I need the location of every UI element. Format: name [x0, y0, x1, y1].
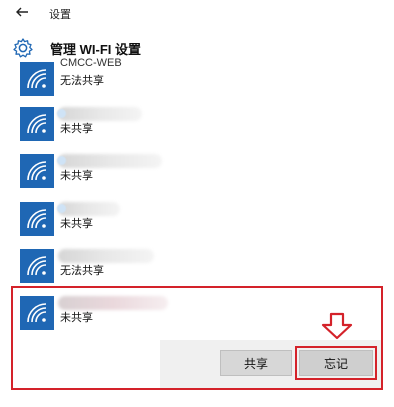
redacted-network-name: [58, 202, 120, 216]
list-item[interactable]: 未共享: [20, 202, 360, 242]
list-item[interactable]: 未共享: [20, 154, 360, 194]
network-status: 未共享: [60, 170, 93, 182]
selection-highlight-frame: [11, 286, 383, 390]
redaction-dot: [57, 204, 66, 213]
gear-icon: [13, 38, 33, 58]
redacted-network-name: [58, 154, 162, 168]
title-bar: 设置: [0, 0, 394, 26]
wifi-icon: [20, 249, 54, 283]
redacted-network-name: [58, 249, 154, 263]
list-item[interactable]: CMCC-WEB 无法共享: [20, 57, 360, 102]
network-status: 无法共享: [60, 75, 104, 87]
wifi-icon: [20, 107, 54, 141]
app-title: 设置: [49, 9, 71, 21]
network-status: 未共享: [60, 218, 93, 230]
wifi-icon: [20, 202, 54, 236]
wifi-icon: [20, 62, 54, 96]
redacted-network-name: [58, 107, 142, 121]
network-status: 未共享: [60, 123, 93, 135]
list-item[interactable]: 无法共享: [20, 249, 360, 289]
page-title: 管理 WI-FI 设置: [50, 42, 141, 57]
back-arrow-icon[interactable]: [14, 4, 30, 20]
network-name: CMCC-WEB: [60, 57, 122, 69]
redaction-dot: [57, 109, 66, 118]
network-status: 无法共享: [60, 265, 104, 277]
wifi-icon: [20, 154, 54, 188]
list-item[interactable]: 未共享: [20, 107, 360, 147]
redaction-dot: [57, 156, 66, 165]
